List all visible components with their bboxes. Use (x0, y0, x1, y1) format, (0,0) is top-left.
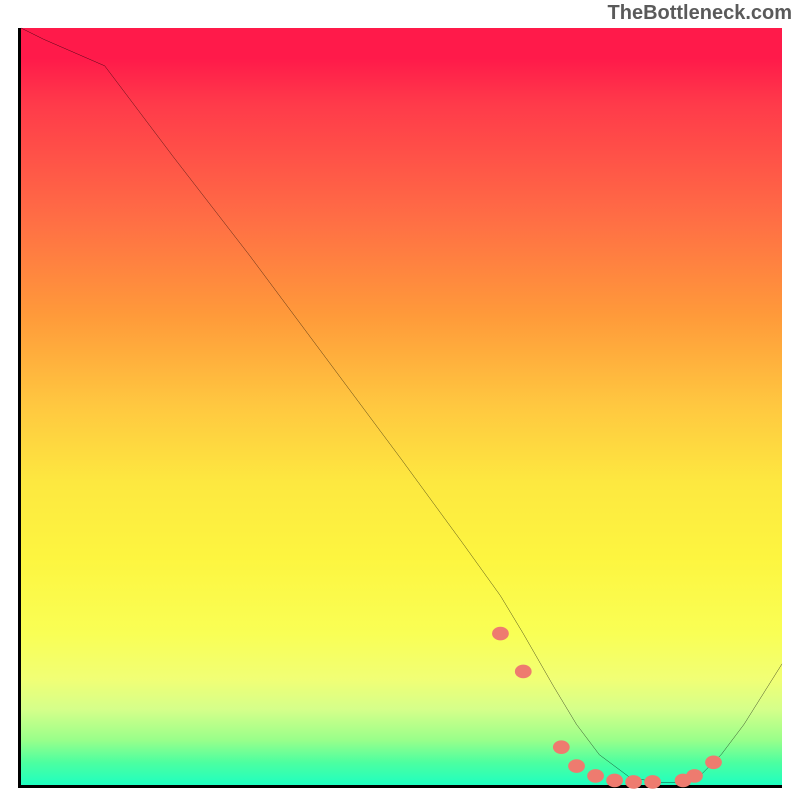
attribution-text: TheBottleneck.com (608, 2, 792, 25)
marker-dot (644, 775, 661, 789)
marker-dot (705, 755, 722, 769)
marker-dot (515, 665, 532, 679)
marker-dot (606, 774, 623, 788)
marker-dot (553, 740, 570, 754)
bottleneck-curve (21, 28, 782, 783)
marker-dot (625, 775, 642, 789)
marker-dot (587, 769, 604, 783)
marker-dot (568, 759, 585, 773)
chart-plot-area (18, 28, 782, 788)
marker-dot (686, 769, 703, 783)
marker-dot (492, 627, 509, 641)
chart-svg (21, 28, 782, 785)
curve-markers (492, 627, 722, 789)
